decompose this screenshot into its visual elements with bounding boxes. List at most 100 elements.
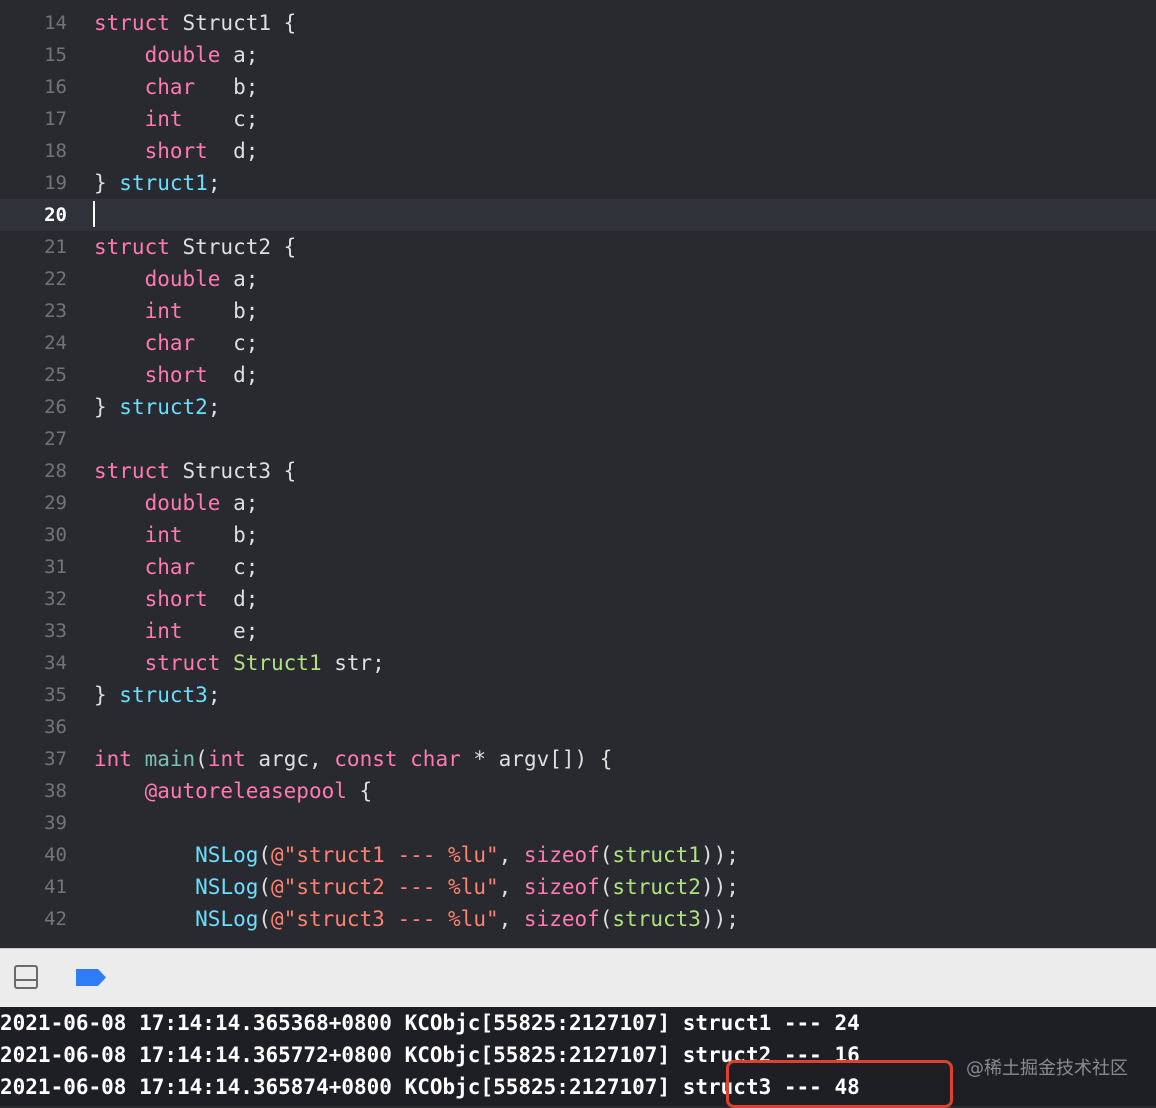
code-line[interactable]: 16 char b; (0, 71, 1156, 103)
code-token: sizeof (523, 843, 600, 867)
code-token: } (94, 683, 120, 707)
code-token: struct3 (119, 683, 208, 707)
code-token: ( (195, 747, 208, 771)
breakpoint-toggle-icon[interactable] (76, 969, 106, 986)
code-text: NSLog(@"struct1 --- %lu", sizeof(struct1… (94, 839, 739, 871)
code-token: c; (195, 331, 259, 355)
line-number: 30 (44, 524, 67, 546)
line-number: 26 (44, 396, 67, 418)
code-line[interactable]: 25 short d; (0, 359, 1156, 391)
code-token: )); (700, 907, 739, 931)
code-token: a; (220, 43, 259, 67)
code-text: short d; (94, 135, 259, 167)
line-number: 15 (44, 44, 67, 66)
line-number: 38 (44, 780, 67, 802)
code-line[interactable]: 18 short d; (0, 135, 1156, 167)
line-number: 18 (44, 140, 67, 162)
code-token: short (144, 139, 208, 163)
code-line[interactable]: 17 int c; (0, 103, 1156, 135)
bottom-panel-toggle-icon[interactable] (14, 965, 38, 989)
code-text: short d; (94, 583, 259, 615)
code-line[interactable]: 36 (0, 711, 1156, 743)
code-token: int (144, 523, 183, 547)
code-token: short (144, 363, 208, 387)
code-line[interactable]: 30 int b; (0, 519, 1156, 551)
code-token: struct1 (119, 171, 208, 195)
code-token: int (144, 107, 183, 131)
line-number: 33 (44, 620, 67, 642)
code-text: struct Struct2 { (94, 231, 296, 263)
code-token: double (144, 267, 221, 291)
code-token: struct (144, 651, 221, 675)
code-text: double a; (94, 39, 259, 71)
code-line[interactable]: 22 double a; (0, 263, 1156, 295)
line-number: 37 (44, 748, 67, 770)
code-token: main (144, 747, 196, 771)
code-line[interactable]: 27 (0, 423, 1156, 455)
code-line[interactable]: 35} struct3; (0, 679, 1156, 711)
code-token: Struct1 { (169, 11, 297, 35)
code-token: @"struct3 --- %lu" (271, 907, 499, 931)
code-line[interactable]: 42 NSLog(@"struct3 --- %lu", sizeof(stru… (0, 903, 1156, 935)
code-line[interactable]: 41 NSLog(@"struct2 --- %lu", sizeof(stru… (0, 871, 1156, 903)
code-token: ( (258, 843, 272, 867)
code-token: , (498, 875, 524, 899)
code-line[interactable]: 19} struct1; (0, 167, 1156, 199)
code-line[interactable]: 34 struct Struct1 str; (0, 647, 1156, 679)
code-line[interactable]: 31 char c; (0, 551, 1156, 583)
code-token: struct (94, 235, 170, 259)
code-editor[interactable]: 14 struct Struct1 {15 double a; 16 char b;… (0, 0, 1156, 948)
code-token: b; (182, 523, 259, 547)
code-token: b; (182, 299, 259, 323)
code-line[interactable]: 38 @autoreleasepool { (0, 775, 1156, 807)
code-token: int (207, 747, 246, 771)
code-token: @"struct2 --- %lu" (271, 875, 499, 899)
line-number: 32 (44, 588, 67, 610)
code-token: struct1 (612, 843, 701, 867)
line-number: 19 (44, 172, 67, 194)
line-number: 39 (44, 812, 67, 834)
code-line[interactable]: 40 NSLog(@"struct1 --- %lu", sizeof(stru… (0, 839, 1156, 871)
code-line[interactable]: 14 struct Struct1 { (0, 7, 1156, 39)
code-token: )); (700, 843, 739, 867)
code-line[interactable]: 26} struct2; (0, 391, 1156, 423)
code-token: sizeof (523, 907, 600, 931)
code-line[interactable]: 37 int main(int argc, const char * argv[]… (0, 743, 1156, 775)
code-line[interactable]: 15 double a; (0, 39, 1156, 71)
code-text: NSLog(@"struct2 --- %lu", sizeof(struct2… (94, 871, 739, 903)
code-line[interactable]: 21 struct Struct2 { (0, 231, 1156, 263)
code-line[interactable]: 39 (0, 807, 1156, 839)
code-token: ; (207, 171, 221, 195)
line-number: 29 (44, 492, 67, 514)
code-token: NSLog (195, 875, 259, 899)
code-line[interactable]: 33 int e; (0, 615, 1156, 647)
code-token: ( (599, 875, 613, 899)
code-line[interactable]: 20 (0, 199, 1156, 231)
code-text: struct Struct1 str; (94, 647, 385, 679)
code-line[interactable]: 23 int b; (0, 295, 1156, 327)
code-token: struct2 (612, 875, 701, 899)
line-number: 25 (44, 364, 67, 386)
code-token: * argv[]) { (460, 747, 613, 771)
code-text: char b; (94, 71, 259, 103)
line-number: 40 (44, 844, 67, 866)
code-line[interactable]: 24 char c; (0, 327, 1156, 359)
code-text: struct Struct1 { (94, 7, 296, 39)
line-number: 41 (44, 876, 67, 898)
console-line: 2021-06-08 17:14:14.365368+0800 KCObjc[5… (0, 1011, 860, 1035)
line-number: 22 (44, 268, 67, 290)
code-token: struct3 (612, 907, 701, 931)
code-line[interactable]: 29 double a; (0, 487, 1156, 519)
code-line[interactable]: 28 struct Struct3 { (0, 455, 1156, 487)
code-line[interactable]: 32 short d; (0, 583, 1156, 615)
code-text: int b; (94, 519, 259, 551)
